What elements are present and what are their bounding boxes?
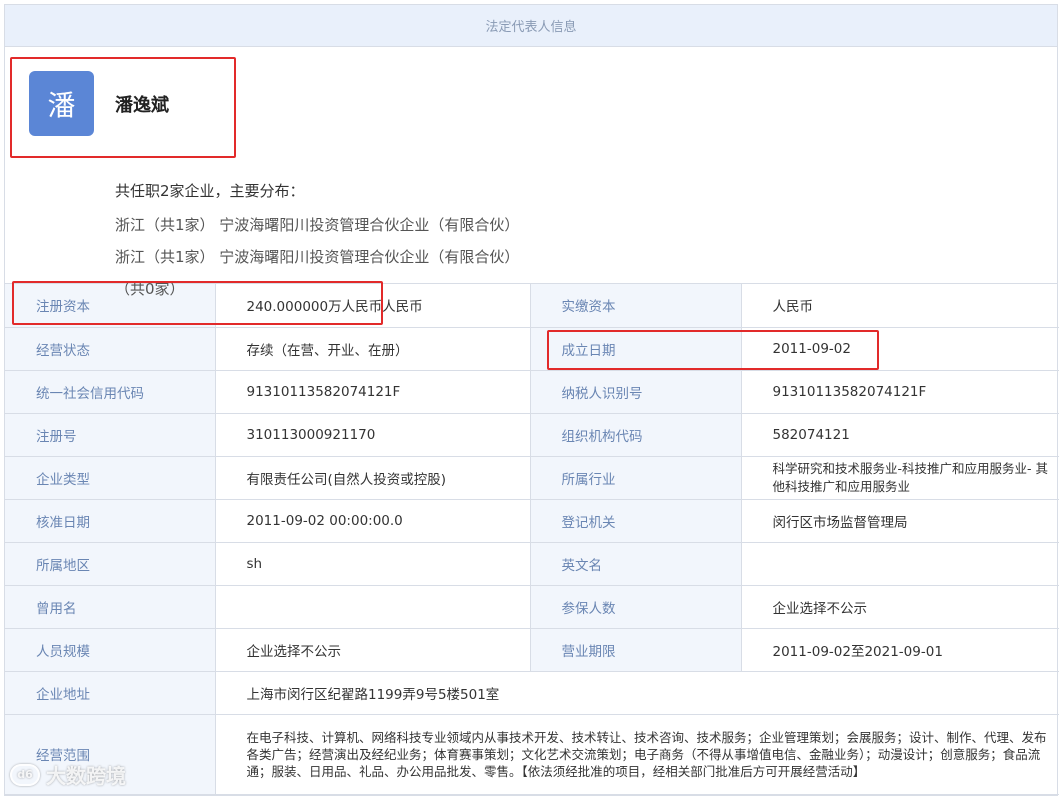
company-info-table: 注册资本 240.000000万人民币人民币 实缴资本 人民币 经营状态 存续（… bbox=[5, 284, 1059, 795]
field-label: 企业类型 bbox=[5, 456, 216, 500]
field-label: 营业期限 bbox=[530, 628, 742, 672]
distribution-line[interactable]: 浙江（共1家） 宁波海曙阳川投资管理合伙企业（有限合伙） bbox=[115, 246, 519, 267]
field-label: 曾用名 bbox=[5, 585, 216, 629]
field-value: 有限责任公司(自然人投资或控股) bbox=[215, 456, 531, 500]
field-label: 登记机关 bbox=[530, 499, 742, 543]
distribution-line: （共0家） bbox=[115, 280, 185, 298]
field-value: 科学研究和技术服务业-科技推广和应用服务业- 其他科技推广和应用服务业 bbox=[741, 456, 1059, 500]
table-row: 企业地址 上海市闵行区纪翟路1199弄9号5楼501室 bbox=[5, 671, 1059, 715]
field-value: 企业选择不公示 bbox=[741, 585, 1059, 629]
field-value: 2011-09-02 bbox=[741, 327, 1059, 371]
field-label: 人员规模 bbox=[5, 628, 216, 672]
field-value: 企业选择不公示 bbox=[215, 628, 531, 672]
field-value: 2011-09-02至2021-09-01 bbox=[741, 628, 1059, 672]
field-label: 纳税人识别号 bbox=[530, 370, 742, 414]
table-row: 核准日期 2011-09-02 00:00:00.0 登记机关 闵行区市场监督管… bbox=[5, 499, 1059, 543]
field-label: 统一社会信用代码 bbox=[5, 370, 216, 414]
field-label: 注册号 bbox=[5, 413, 216, 457]
field-value bbox=[215, 585, 531, 629]
field-value: 上海市闵行区纪翟路1199弄9号5楼501室 bbox=[215, 671, 1059, 715]
table-row: 经营状态 存续（在营、开业、在册） 成立日期 2011-09-02 bbox=[5, 327, 1059, 371]
field-label: 组织机构代码 bbox=[530, 413, 742, 457]
field-value: 91310113582074121F bbox=[741, 370, 1059, 414]
field-value: 2011-09-02 00:00:00.0 bbox=[215, 499, 531, 543]
watermark-text: 大数跨境 bbox=[46, 764, 126, 788]
avatar: 潘 bbox=[29, 71, 94, 136]
field-value bbox=[741, 542, 1059, 586]
field-value: 闵行区市场监督管理局 bbox=[741, 499, 1059, 543]
field-label: 企业地址 bbox=[5, 671, 216, 715]
field-value: 240.000000万人民币人民币 bbox=[215, 284, 531, 328]
table-row: 曾用名 参保人数 企业选择不公示 bbox=[5, 585, 1059, 629]
table-row: 所属地区 sh 英文名 bbox=[5, 542, 1059, 586]
field-label: 实缴资本 bbox=[530, 284, 742, 328]
field-value: 在电子科技、计算机、网络科技专业领域内从事技术开发、技术转让、技术咨询、技术服务… bbox=[215, 714, 1059, 795]
table-row: 注册号 310113000921170 组织机构代码 582074121 bbox=[5, 413, 1059, 457]
table-row: 经营范围 在电子科技、计算机、网络科技专业领域内从事技术开发、技术转让、技术咨询… bbox=[5, 714, 1059, 795]
person-section: 潘 潘逸斌 共任职2家企业，主要分布： 浙江（共1家） 宁波海曙阳川投资管理合伙… bbox=[5, 47, 1057, 298]
field-value: 310113000921170 bbox=[215, 413, 531, 457]
field-label: 核准日期 bbox=[5, 499, 216, 543]
watermark: d6 大数跨境 bbox=[10, 760, 126, 789]
person-name[interactable]: 潘逸斌 bbox=[115, 91, 169, 117]
field-label: 成立日期 bbox=[530, 327, 742, 371]
field-label: 英文名 bbox=[530, 542, 742, 586]
person-summary: 共任职2家企业，主要分布： bbox=[115, 182, 305, 200]
table-row: 人员规模 企业选择不公示 营业期限 2011-09-02至2021-09-01 bbox=[5, 628, 1059, 672]
field-value: 582074121 bbox=[741, 413, 1059, 457]
table-row: 统一社会信用代码 91310113582074121F 纳税人识别号 91310… bbox=[5, 370, 1059, 414]
field-label: 经营状态 bbox=[5, 327, 216, 371]
field-label: 所属行业 bbox=[530, 456, 742, 500]
field-value: 91310113582074121F bbox=[215, 370, 531, 414]
panel-title: 法定代表人信息 bbox=[5, 5, 1057, 47]
table-row: 企业类型 有限责任公司(自然人投资或控股) 所属行业 科学研究和技术服务业-科技… bbox=[5, 456, 1059, 500]
field-value: sh bbox=[215, 542, 531, 586]
watermark-logo-icon: d6 bbox=[10, 763, 40, 786]
distribution-line[interactable]: 浙江（共1家） 宁波海曙阳川投资管理合伙企业（有限合伙） bbox=[115, 214, 519, 235]
legal-representative-panel: 法定代表人信息 潘 潘逸斌 共任职2家企业，主要分布： 浙江（共1家） 宁波海曙… bbox=[4, 4, 1059, 796]
field-label: 所属地区 bbox=[5, 542, 216, 586]
field-value: 存续（在营、开业、在册） bbox=[215, 327, 531, 371]
field-value: 人民币 bbox=[741, 284, 1059, 328]
field-label: 参保人数 bbox=[530, 585, 742, 629]
